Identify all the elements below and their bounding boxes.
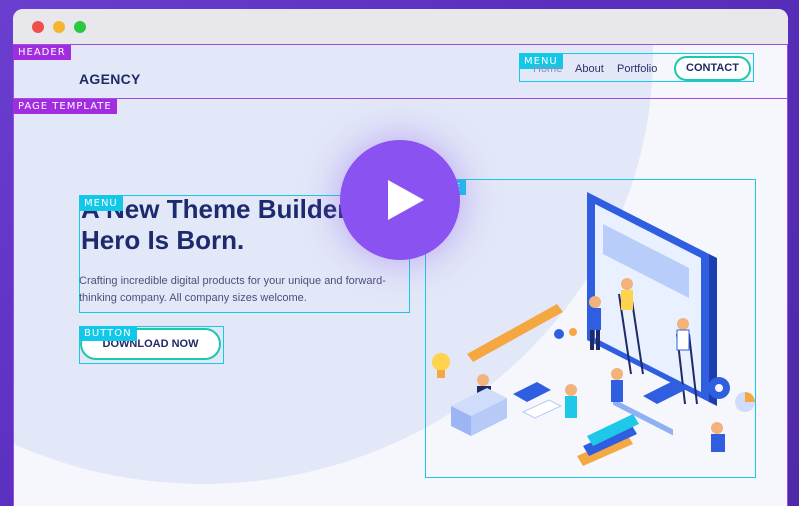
page-template-tag[interactable]: PAGE TEMPLATE — [13, 99, 117, 114]
contact-button[interactable]: CONTACT — [674, 56, 751, 81]
site-logo[interactable]: AGENCY — [79, 71, 141, 87]
hero-title-line2: Hero Is Born. — [81, 225, 245, 255]
page-canvas: HEADER AGENCY MENU Home About Portfolio … — [13, 44, 788, 506]
hero-menu-tag[interactable]: MENU — [79, 196, 123, 211]
title-bar — [13, 9, 788, 44]
play-video-button[interactable] — [340, 140, 460, 260]
close-window-button[interactable] — [32, 21, 44, 33]
minimize-window-button[interactable] — [53, 21, 65, 33]
button-tag[interactable]: BUTTON — [79, 326, 137, 341]
maximize-window-button[interactable] — [74, 21, 86, 33]
nav-portfolio[interactable]: Portfolio — [617, 63, 657, 75]
play-icon — [388, 180, 424, 220]
nav-about[interactable]: About — [575, 63, 604, 75]
nav-home[interactable]: Home — [533, 63, 562, 75]
header-tag[interactable]: HEADER — [13, 45, 71, 60]
browser-window: HEADER AGENCY MENU Home About Portfolio … — [13, 9, 788, 506]
hero-illustration — [432, 192, 755, 466]
hero-description: Crafting incredible digital products for… — [79, 275, 386, 304]
